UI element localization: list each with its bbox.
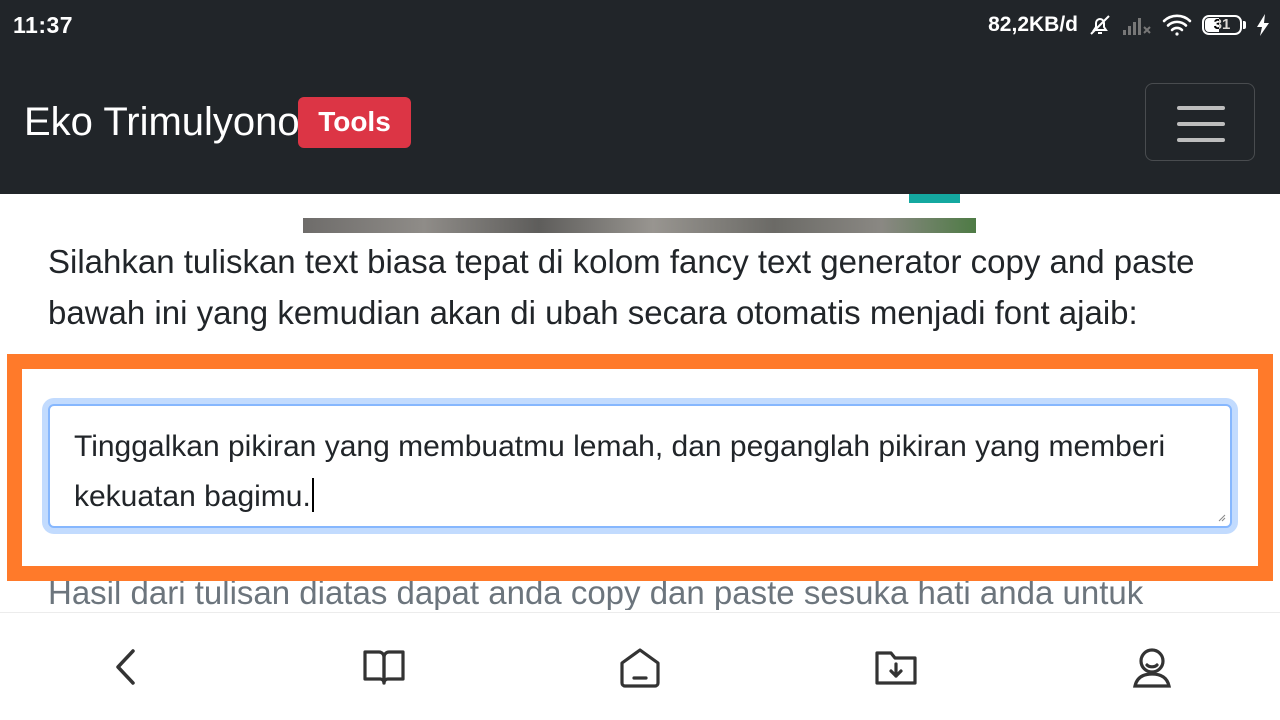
status-time: 11:37: [13, 12, 74, 38]
back-icon: [116, 649, 135, 685]
battery-level: 31: [1213, 16, 1231, 33]
text-cursor: [311, 478, 314, 512]
intro-paragraph: Silahkan tuliskan text biasa tepat di ko…: [48, 243, 1195, 331]
wifi-icon: [1162, 13, 1192, 37]
status-icons: 82,2KB/d 31: [988, 10, 1270, 40]
menu-toggle-button[interactable]: [1145, 83, 1255, 161]
image-badge: [909, 194, 960, 203]
home-button[interactable]: [616, 643, 664, 691]
charging-icon: [1256, 13, 1270, 37]
download-folder-icon: [875, 651, 917, 685]
resize-grip-icon[interactable]: [1216, 512, 1226, 522]
network-speed: 82,2KB/d: [988, 13, 1078, 36]
text-input-value: Tinggalkan pikiran yang membuatmu lemah,…: [74, 430, 1166, 513]
back-button[interactable]: [102, 643, 150, 691]
profile-button[interactable]: [1128, 643, 1176, 691]
downloads-button[interactable]: [872, 643, 920, 691]
mute-bell-icon: [1088, 13, 1112, 37]
article-image: [303, 218, 976, 233]
bookmarks-button[interactable]: [360, 643, 408, 691]
signal-icon: [1122, 14, 1152, 36]
book-icon: [363, 650, 405, 685]
hamburger-icon: [1177, 106, 1225, 110]
home-icon: [620, 648, 660, 688]
tools-badge: Tools: [298, 97, 411, 148]
site-brand[interactable]: Eko Trimulyono: [24, 98, 300, 146]
text-input-area[interactable]: Tinggalkan pikiran yang membuatmu lemah,…: [48, 404, 1232, 528]
battery-icon: 31: [1202, 15, 1246, 35]
bottom-nav-bar: [0, 612, 1280, 720]
result-hint: Hasil dari tulisan diatas dapat anda cop…: [48, 574, 1144, 610]
profile-icon: [1133, 648, 1171, 688]
status-bar: 11:37 82,2KB/d 31: [0, 0, 1280, 50]
navbar: Eko Trimulyono Tools: [0, 50, 1280, 194]
